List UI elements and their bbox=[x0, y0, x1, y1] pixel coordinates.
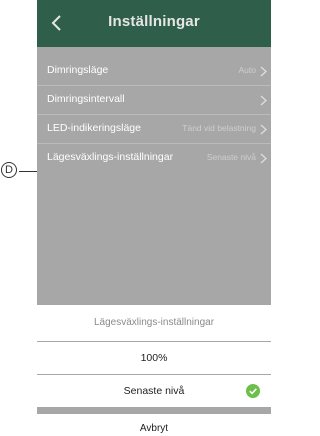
cancel-button[interactable]: Avbryt bbox=[37, 414, 271, 436]
callout-line bbox=[19, 171, 39, 172]
option-label: Senaste nivå bbox=[123, 385, 185, 397]
page-title: Inställningar bbox=[108, 13, 200, 30]
setting-label: LED-indikeringsläge bbox=[47, 122, 141, 134]
setting-label: Dimringsläge bbox=[47, 64, 109, 76]
setting-value: Senaste nivå bbox=[206, 152, 256, 162]
sheet-title-row: Lägesväxlings-inställningar bbox=[37, 305, 271, 341]
callout-label: D bbox=[1, 162, 17, 178]
setting-row-led-indication[interactable]: LED-indikeringsläge Tänd vid belastning bbox=[37, 115, 271, 144]
setting-value: Tänd vid belastning bbox=[182, 123, 256, 133]
setting-label: Dimringsintervall bbox=[47, 93, 125, 105]
setting-row-dimming-interval[interactable]: Dimringsintervall bbox=[37, 86, 271, 115]
setting-row-dimming-mode[interactable]: Dimringsläge Auto bbox=[37, 57, 271, 86]
setting-row-mode-switch[interactable]: Lägesväxlings-inställningar Senaste nivå bbox=[37, 144, 271, 172]
sheet-title: Lägesväxlings-inställningar bbox=[93, 317, 215, 328]
cancel-label: Avbryt bbox=[139, 423, 169, 434]
setting-value: Auto bbox=[238, 65, 257, 75]
option-100-percent[interactable]: 100% bbox=[37, 342, 271, 374]
phone-screen: Inställningar Dimringsläge Auto Dimrings… bbox=[37, 0, 271, 436]
chevron-right-icon bbox=[260, 153, 267, 164]
option-last-level[interactable]: Senaste nivå bbox=[37, 375, 271, 407]
chevron-right-icon bbox=[260, 95, 267, 106]
check-icon bbox=[246, 384, 260, 398]
chevron-right-icon bbox=[260, 124, 267, 135]
setting-label: Lägesväxlings-inställningar bbox=[47, 151, 174, 163]
app-header: Inställningar bbox=[37, 0, 271, 47]
option-label: 100% bbox=[140, 352, 168, 364]
chevron-right-icon bbox=[260, 66, 267, 77]
